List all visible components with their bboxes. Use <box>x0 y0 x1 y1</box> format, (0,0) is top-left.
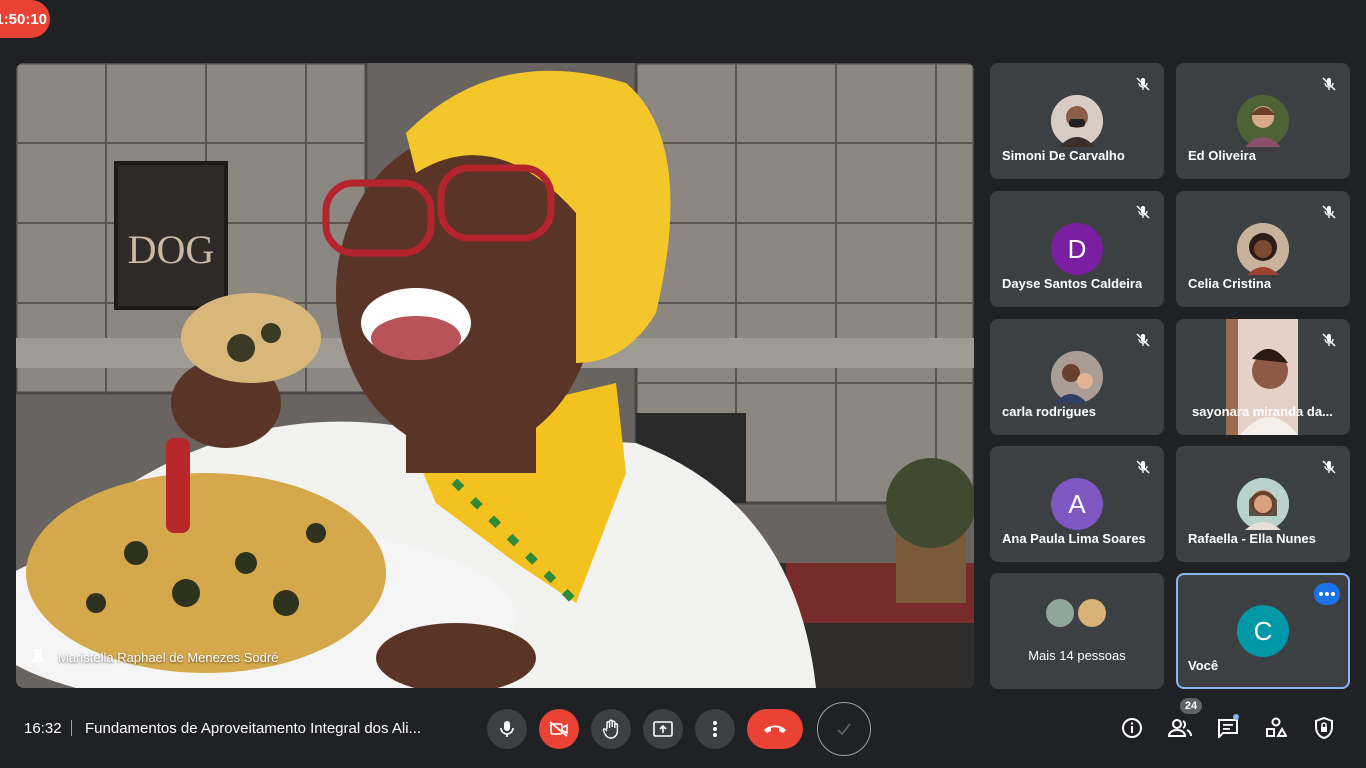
present-icon <box>653 721 673 737</box>
participant-tile[interactable]: D Dayse Santos Caldeira <box>990 191 1164 307</box>
pin-icon[interactable] <box>30 648 46 666</box>
activities-icon <box>1266 717 1287 737</box>
participant-name: sayonara miranda da... <box>1192 404 1333 419</box>
people-icon <box>1168 719 1192 737</box>
hang-up-icon <box>764 725 786 733</box>
participant-avatar <box>1051 95 1103 147</box>
participant-tile[interactable]: Simoni De Carvalho <box>990 63 1164 179</box>
participant-name: Simoni De Carvalho <box>1002 148 1125 163</box>
hand-icon <box>602 719 619 739</box>
check-icon <box>837 723 851 736</box>
notification-dot <box>1233 714 1239 720</box>
participant-avatar <box>1044 597 1076 629</box>
chat-icon <box>1218 719 1238 738</box>
meeting-info-button[interactable] <box>1119 715 1145 741</box>
participant-count-badge: 24 <box>1180 698 1202 714</box>
current-time: 16:32 <box>24 720 62 737</box>
speaker-name: Maristella Raphael de Menezes Sodré <box>58 649 279 665</box>
participant-tile[interactable]: Rafaella - Ella Nunes <box>1176 446 1350 562</box>
mic-off-icon <box>1318 456 1340 478</box>
speaker-video: DOG <box>16 63 974 688</box>
more-options-button[interactable] <box>695 709 735 749</box>
mic-off-icon <box>1318 329 1340 351</box>
info-icon <box>1122 718 1142 738</box>
divider <box>71 720 72 736</box>
participant-name: Celia Cristina <box>1188 276 1272 291</box>
microphone-button[interactable] <box>487 709 527 749</box>
more-participants-tile[interactable]: Mais 14 pessoas <box>990 573 1164 689</box>
main-video-tile[interactable]: DOG Maristella Raphael de Menezes Sodré <box>16 63 974 688</box>
more-participants-label: Mais 14 pessoas <box>1028 648 1126 663</box>
participant-tile[interactable]: A Ana Paula Lima Soares <box>990 446 1164 562</box>
self-avatar: C <box>1237 605 1289 657</box>
activities-button[interactable] <box>1263 715 1289 741</box>
camera-off-button[interactable] <box>539 709 579 749</box>
present-screen-button[interactable] <box>643 709 683 749</box>
svg-text:DOG: DOG <box>128 227 215 272</box>
mic-off-icon <box>1132 456 1154 478</box>
activity-status-button[interactable] <box>817 702 871 756</box>
more-vert-icon <box>713 721 717 737</box>
bottom-toolbar: 16:32 Fundamentos de Aproveitamento Inte… <box>0 690 1366 768</box>
mic-off-icon <box>1132 329 1154 351</box>
participant-avatar <box>1051 351 1103 403</box>
meeting-title: Fundamentos de Aproveitamento Integral d… <box>85 720 422 737</box>
participant-name: Ana Paula Lima Soares <box>1002 531 1146 546</box>
participant-name: Ed Oliveira <box>1188 148 1256 163</box>
participant-tile[interactable]: Celia Cristina <box>1176 191 1350 307</box>
participant-tile[interactable]: carla rodrigues <box>990 319 1164 435</box>
shield-lock-icon <box>1315 717 1333 739</box>
mic-off-icon <box>1132 73 1154 95</box>
participant-avatar: D <box>1051 223 1103 275</box>
raise-hand-button[interactable] <box>591 709 631 749</box>
leave-call-button[interactable] <box>747 709 803 749</box>
host-controls-button[interactable] <box>1311 715 1337 741</box>
participant-name: Rafaella - Ella Nunes <box>1188 531 1316 546</box>
self-tile[interactable]: C Você <box>1176 573 1350 689</box>
speaker-name-label: Maristella Raphael de Menezes Sodré <box>30 648 278 666</box>
camera-off-icon <box>549 721 568 737</box>
participant-avatar <box>1237 95 1289 147</box>
people-button[interactable] <box>1167 715 1193 741</box>
recording-timer: 1:50:10 <box>0 0 50 38</box>
mic-off-icon <box>1318 73 1340 95</box>
more-options-icon[interactable] <box>1314 583 1340 605</box>
participant-name: Dayse Santos Caldeira <box>1002 276 1143 291</box>
mic-off-icon <box>1132 201 1154 223</box>
participant-avatar <box>1237 478 1289 530</box>
participant-avatar: A <box>1051 478 1103 530</box>
participant-tile[interactable]: sayonara miranda da... <box>1176 319 1350 435</box>
participant-avatar <box>1237 223 1289 275</box>
self-name: Você <box>1188 658 1219 673</box>
participant-avatar <box>1076 597 1108 629</box>
microphone-icon <box>500 721 514 737</box>
mic-off-icon <box>1318 201 1340 223</box>
participant-name: carla rodrigues <box>1002 404 1096 419</box>
participant-tile[interactable]: Ed Oliveira <box>1176 63 1350 179</box>
